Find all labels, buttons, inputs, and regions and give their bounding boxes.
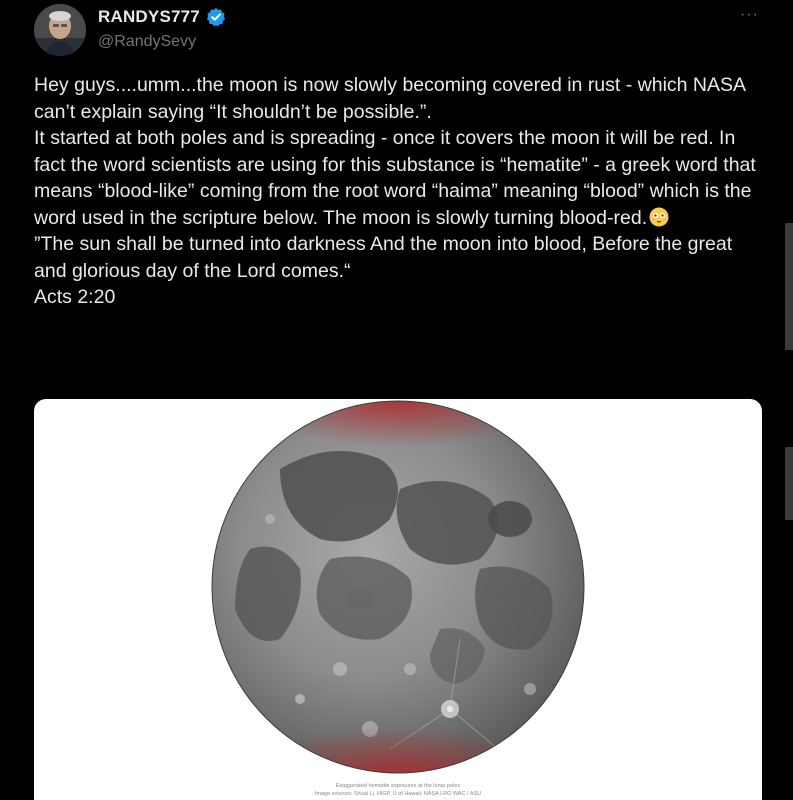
tweet-text-line-4: Acts 2:20: [34, 286, 116, 308]
moon-illustration-icon: [211, 400, 585, 774]
author-avatar[interactable]: [34, 4, 86, 56]
scrollbar-thumb-upper[interactable]: [785, 223, 793, 350]
author-handle[interactable]: @RandySevy: [98, 33, 196, 51]
verified-badge-icon: [206, 7, 226, 27]
more-options-button[interactable]: ···: [740, 6, 759, 24]
scrollbar-thumb-lower[interactable]: [785, 447, 793, 520]
image-caption-line-1: Exaggerated hematite exposures at the lu…: [335, 783, 461, 789]
tweet-text: Hey guys....umm...the moon is now slowly…: [34, 72, 764, 311]
tweet-text-line-2-text: It started at both poles and is spreadin…: [34, 127, 756, 229]
tweet-media-image[interactable]: Exaggerated hematite exposures at the lu…: [34, 399, 762, 800]
tweet: RANDYS777 @RandySevy ··· Hey guys....umm…: [0, 0, 793, 800]
avatar-photo-icon: [34, 4, 86, 56]
author-name-row: RANDYS777: [98, 7, 226, 27]
tweet-text-line-1: Hey guys....umm...the moon is now slowly…: [34, 74, 745, 123]
moon-image: [210, 399, 586, 775]
flushed-face-emoji-icon: [649, 207, 669, 227]
author-display-name[interactable]: RANDYS777: [98, 7, 200, 27]
tweet-text-line-2: It started at both poles and is spreadin…: [34, 125, 764, 231]
image-caption-line-2: Image sources: Shuai Li, HIGP, U of Hawa…: [314, 791, 482, 797]
tweet-text-line-3: ”The sun shall be turned into darkness A…: [34, 233, 733, 282]
